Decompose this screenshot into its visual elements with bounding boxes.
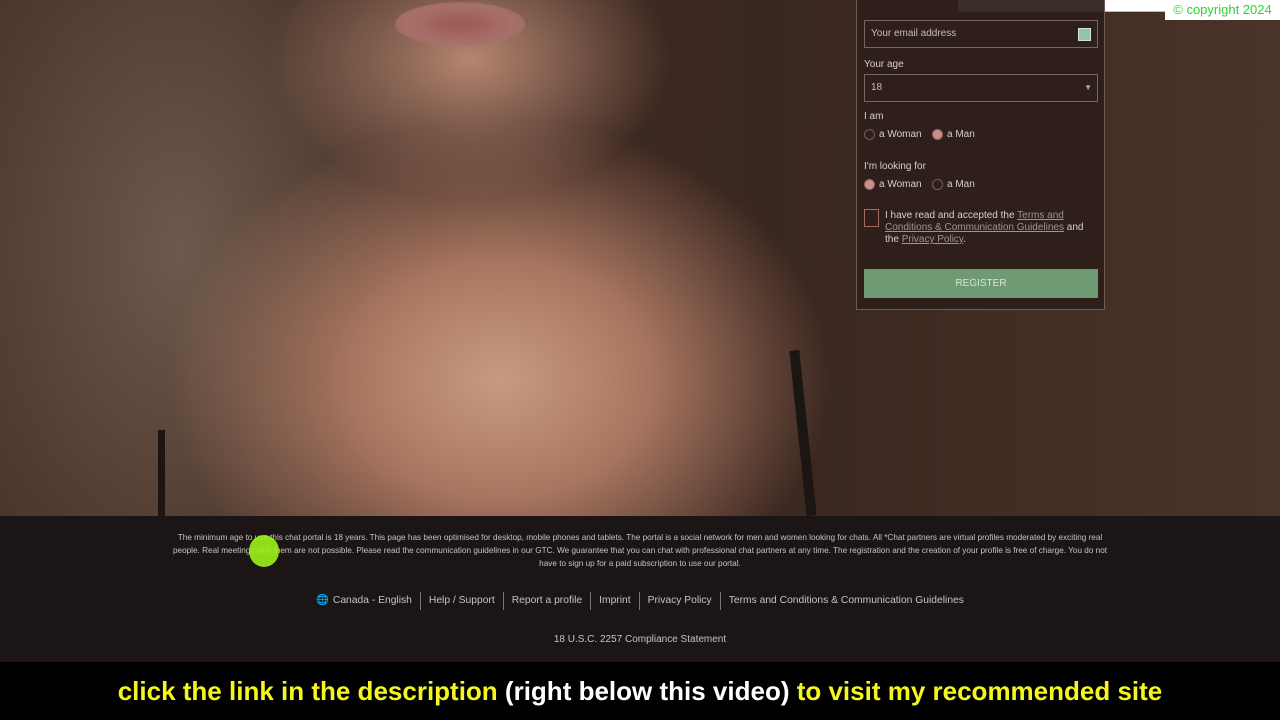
looking-for-label: I'm looking for <box>864 161 926 172</box>
registration-form: Your email address Your age 18 ▼ I am a … <box>856 0 1105 310</box>
privacy-policy-link[interactable]: Privacy Policy <box>638 592 720 610</box>
chevron-down-icon: ▼ <box>1084 83 1092 92</box>
age-value: 18 <box>871 82 883 93</box>
help-support-link[interactable]: Help / Support <box>419 592 503 610</box>
compliance-link[interactable]: 18 U.S.C. 2257 Compliance Statement <box>0 634 1280 645</box>
email-icon <box>1078 28 1091 41</box>
banner-text-3: to visit my recommended site <box>796 676 1163 706</box>
email-placeholder: Your email address <box>871 28 957 39</box>
copyright-badge: © copyright 2024 <box>1165 0 1280 20</box>
caption-banner: click the link in the description (right… <box>0 662 1280 720</box>
radio-label: a Woman <box>879 129 922 140</box>
privacy-link[interactable]: Privacy Policy <box>902 234 964 245</box>
age-select[interactable]: 18 ▼ <box>864 74 1098 102</box>
report-profile-link[interactable]: Report a profile <box>502 592 590 610</box>
radio-label: a Woman <box>879 179 922 190</box>
i-am-man-radio[interactable]: a Man <box>932 129 975 140</box>
terms-end: . <box>963 234 966 245</box>
radio-selected-icon <box>932 129 943 140</box>
terms-conditions-link[interactable]: Terms and Conditions & Communication Gui… <box>719 592 972 610</box>
language-label: Canada - English <box>332 595 412 606</box>
terms-checkbox[interactable] <box>864 209 879 227</box>
radio-icon <box>864 129 875 140</box>
banner-text-1: click the link in the description <box>117 676 498 706</box>
photo-detail <box>395 2 525 46</box>
radio-icon <box>932 179 943 190</box>
register-button[interactable]: REGISTER <box>864 269 1098 298</box>
terms-text: I have read and accepted the Terms and C… <box>885 210 1097 246</box>
disclaimer-text: The minimum age to use this chat portal … <box>172 533 1108 568</box>
cursor-highlight <box>249 535 279 567</box>
footer: The minimum age to use this chat portal … <box>0 516 1280 662</box>
i-am-woman-radio[interactable]: a Woman <box>864 129 922 140</box>
imprint-link[interactable]: Imprint <box>590 592 638 610</box>
footer-links: 🌐 Canada - English Help / Support Report … <box>0 592 1280 610</box>
language-link[interactable]: 🌐 Canada - English <box>308 592 420 610</box>
i-am-label: I am <box>864 111 884 122</box>
radio-label: a Man <box>947 129 975 140</box>
terms-pre: I have read and accepted the <box>885 210 1018 221</box>
age-label: Your age <box>864 59 904 70</box>
looking-woman-radio[interactable]: a Woman <box>864 179 922 190</box>
photo-detail <box>789 349 817 517</box>
banner-text-2: (right below this video) <box>497 676 797 706</box>
photo-detail <box>158 430 165 516</box>
globe-icon: 🌐 <box>316 595 329 606</box>
looking-man-radio[interactable]: a Man <box>932 179 975 190</box>
email-input[interactable]: Your email address <box>864 20 1098 48</box>
radio-selected-icon <box>864 179 875 190</box>
radio-label: a Man <box>947 179 975 190</box>
